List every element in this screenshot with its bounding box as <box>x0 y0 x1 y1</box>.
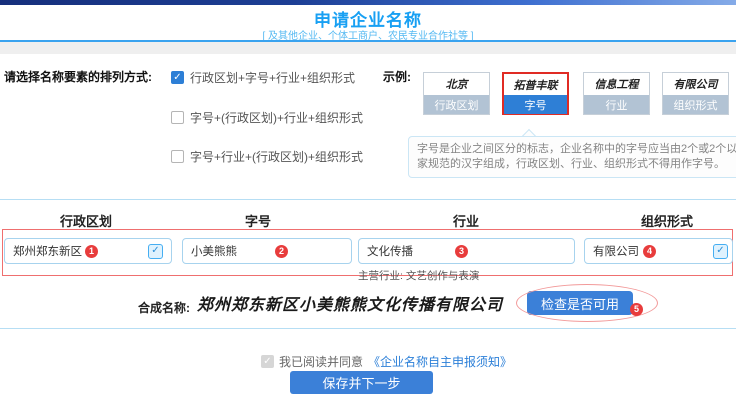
tooltip-text-line1: 字号是企业之间区分的标志，企业名称中的字号应当由2个或2个以上符合国 <box>417 142 736 157</box>
annotation-badge-2: 2 <box>275 245 288 258</box>
column-header-region: 行政区划 <box>36 211 136 230</box>
header-gray-band <box>0 42 736 54</box>
example-card-orgform-value: 有限公司 <box>663 73 728 95</box>
column-header-tradename: 字号 <box>208 211 308 230</box>
tradename-tooltip: 字号是企业之间区分的标志，企业名称中的字号应当由2个或2个以上符合国 家规范的汉… <box>408 136 736 178</box>
industry-input[interactable] <box>367 239 518 263</box>
unchecked-checkbox-icon[interactable] <box>171 111 184 124</box>
region-input[interactable] <box>13 239 129 263</box>
orgform-field[interactable]: 4 ✓ <box>584 238 733 264</box>
agreement-row: ✓ 我已阅读并同意 《企业名称自主申报须知》 <box>261 353 512 370</box>
top-gradient-bar <box>0 0 736 5</box>
example-card-region[interactable]: 北京 行政区划 <box>423 72 490 115</box>
agreement-text: 我已阅读并同意 <box>279 353 363 370</box>
section-divider <box>0 199 736 200</box>
arrangement-option-2-label: 字号+(行政区划)+行业+组织形式 <box>190 109 363 126</box>
annotation-badge-5: 5 <box>630 303 643 316</box>
annotation-badge-1: 1 <box>85 245 98 258</box>
save-next-button[interactable]: 保存并下一步 <box>290 371 433 394</box>
check-availability-button[interactable]: 检查是否可用 <box>527 291 633 315</box>
tooltip-text-line2: 家规范的汉字组成，行政区划、行业、组织形式不得用作字号。 <box>417 157 736 172</box>
example-card-region-category: 行政区划 <box>424 95 489 114</box>
industry-field[interactable]: 3 <box>358 238 575 264</box>
arrangement-option-3-label: 字号+行业+(行政区划)+组织形式 <box>190 148 363 165</box>
name-application-page: 申请企业名称 [ 及其他企业、个体工商户、农民专业合作社等 ] 请选择名称要素的… <box>0 0 736 405</box>
arrangement-option-1-label: 行政区划+字号+行业+组织形式 <box>190 69 355 86</box>
example-card-industry-value: 信息工程 <box>584 73 649 95</box>
tradename-input[interactable] <box>191 239 309 263</box>
annotation-badge-3: 3 <box>455 245 468 258</box>
example-card-orgform[interactable]: 有限公司 组织形式 <box>662 72 729 115</box>
example-card-region-value: 北京 <box>424 73 489 95</box>
example-card-orgform-category: 组织形式 <box>663 95 728 114</box>
region-picker-checkbox-icon[interactable]: ✓ <box>148 244 163 259</box>
arrangement-label: 请选择名称要素的排列方式: <box>4 68 152 85</box>
example-card-tradename-value: 拓普丰联 <box>504 74 567 95</box>
example-card-tradename[interactable]: 拓普丰联 字号 <box>502 72 569 115</box>
composed-name-label: 合成名称: <box>138 299 190 316</box>
example-card-industry-category: 行业 <box>584 95 649 114</box>
column-header-industry: 行业 <box>416 211 516 230</box>
arrangement-option-1[interactable]: ✓ 行政区划+字号+行业+组织形式 <box>171 69 355 86</box>
checked-checkbox-icon[interactable]: ✓ <box>171 71 184 84</box>
arrangement-option-2[interactable]: 字号+(行政区划)+行业+组织形式 <box>171 109 363 126</box>
tradename-field[interactable]: 2 <box>182 238 352 264</box>
annotation-badge-4: 4 <box>643 245 656 258</box>
declaration-notice-link[interactable]: 《企业名称自主申报须知》 <box>368 353 512 370</box>
composed-name-value: 郑州郑东新区小美熊熊文化传播有限公司 <box>197 291 503 315</box>
section-divider-bottom <box>0 328 736 329</box>
example-card-industry[interactable]: 信息工程 行业 <box>583 72 650 115</box>
region-field[interactable]: 1 ✓ <box>4 238 172 264</box>
industry-note: 主营行业: 文艺创作与表演 <box>358 268 479 283</box>
example-card-tradename-category: 字号 <box>504 95 567 114</box>
column-header-orgform: 组织形式 <box>617 211 717 230</box>
agreement-checkbox-icon[interactable]: ✓ <box>261 355 274 368</box>
unchecked-checkbox-icon[interactable] <box>171 150 184 163</box>
arrangement-option-3[interactable]: 字号+行业+(行政区划)+组织形式 <box>171 148 363 165</box>
orgform-picker-checkbox-icon[interactable]: ✓ <box>713 244 728 259</box>
example-label: 示例: <box>383 68 411 85</box>
